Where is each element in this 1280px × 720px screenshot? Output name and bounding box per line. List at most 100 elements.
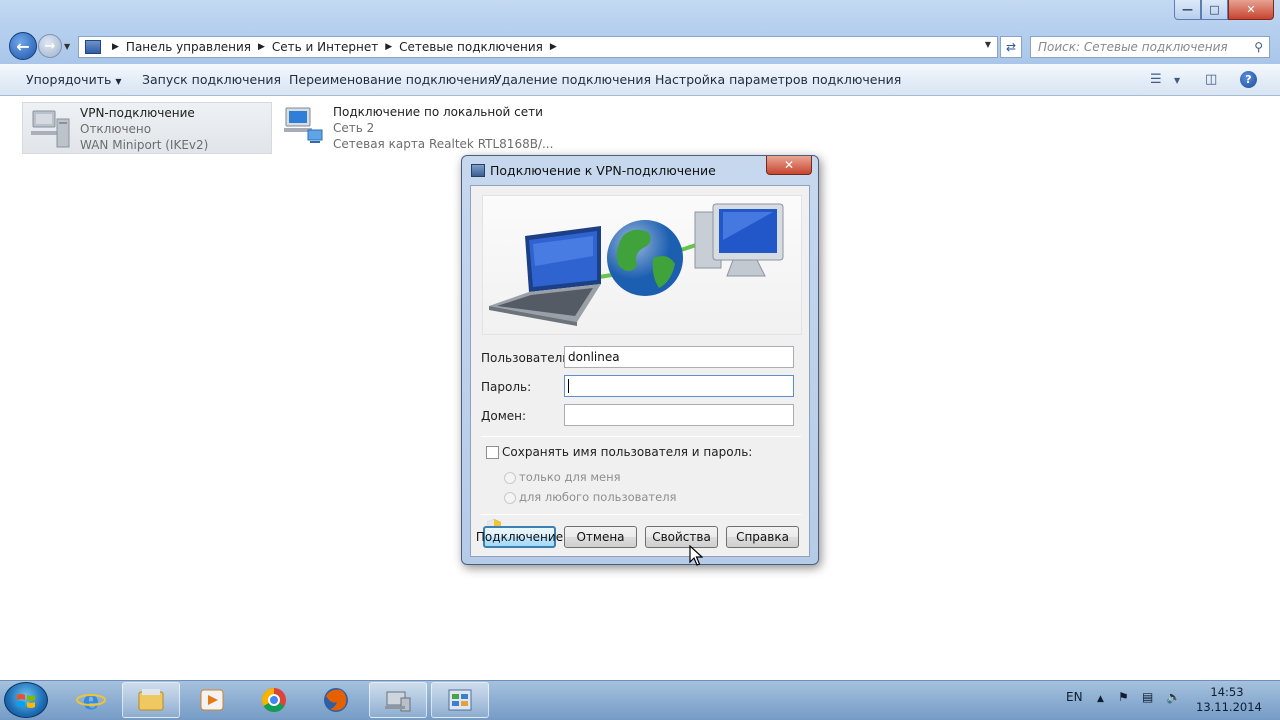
user-label: Пользователь: bbox=[481, 351, 574, 365]
control-panel-icon bbox=[85, 40, 101, 54]
forward-button[interactable]: → bbox=[38, 34, 62, 58]
refresh-button[interactable]: ⇄ bbox=[1000, 36, 1022, 58]
taskbar-chrome[interactable] bbox=[245, 682, 303, 718]
network-icon bbox=[471, 164, 485, 177]
breadcrumb-separator-icon[interactable]: ▶ bbox=[385, 42, 392, 52]
start-connection-button[interactable]: Запуск подключения bbox=[142, 72, 281, 87]
chrome-icon bbox=[261, 688, 286, 713]
item-name: VPN-подключение bbox=[80, 106, 195, 120]
search-icon[interactable]: ⚲ bbox=[1254, 40, 1263, 54]
network-status-icon[interactable]: ▤ bbox=[1142, 690, 1153, 704]
dialog-close-button[interactable]: ✕ bbox=[766, 156, 812, 175]
network-connections-icon bbox=[385, 691, 411, 712]
radio-only-me-label: только для меня bbox=[519, 470, 621, 484]
mouse-cursor-icon bbox=[689, 545, 703, 566]
command-bar: Упорядочить ▼ Запуск подключения Переиме… bbox=[0, 64, 1280, 96]
item-device: Сетевая карта Realtek RTL8168B/... bbox=[333, 137, 554, 151]
radio-any-user-label: для любого пользователя bbox=[519, 490, 677, 504]
refresh-icon: ⇄ bbox=[1005, 40, 1017, 54]
maximize-button[interactable]: □ bbox=[1201, 0, 1228, 20]
vpn-illustration bbox=[482, 195, 802, 335]
recent-pages-dropdown-icon[interactable]: ▼ bbox=[64, 42, 70, 51]
divider bbox=[481, 514, 801, 515]
vpn-connection-icon bbox=[31, 110, 70, 148]
view-dropdown-icon[interactable]: ▼ bbox=[1174, 76, 1180, 85]
forward-arrow-icon: → bbox=[44, 38, 56, 54]
volume-icon[interactable]: 🔈 bbox=[1166, 690, 1181, 704]
back-arrow-icon: ← bbox=[16, 36, 30, 56]
text-caret bbox=[568, 379, 569, 393]
preview-pane-icon[interactable]: ◫ bbox=[1205, 72, 1217, 87]
laptop-globe-computer-icon bbox=[489, 203, 784, 326]
taskbar-file-explorer[interactable] bbox=[122, 682, 180, 718]
lan-connection-icon bbox=[284, 107, 323, 143]
lan-connection-item[interactable]: Подключение по локальной сети Сеть 2 Сет… bbox=[276, 102, 553, 154]
search-input[interactable]: Поиск: Сетевые подключения ⚲ bbox=[1030, 36, 1270, 58]
dialog-body: Пользователь: donlinea Пароль: Домен: Со… bbox=[470, 185, 810, 557]
minimize-button[interactable]: — bbox=[1174, 0, 1201, 20]
back-button[interactable]: ← bbox=[9, 32, 37, 60]
breadcrumb-control-panel[interactable]: Панель управления bbox=[126, 40, 251, 54]
password-label: Пароль: bbox=[481, 380, 532, 394]
windows-logo-icon bbox=[17, 694, 35, 708]
close-button[interactable]: ✕ bbox=[1228, 0, 1274, 20]
taskbar-media-player[interactable] bbox=[183, 682, 241, 718]
address-dropdown-icon[interactable]: ▼ bbox=[985, 40, 991, 49]
folder-icon bbox=[138, 689, 164, 711]
item-name: Подключение по локальной сети bbox=[333, 105, 543, 119]
firefox-icon bbox=[324, 688, 348, 712]
clock-time: 14:53 bbox=[1210, 685, 1244, 699]
save-credentials-label[interactable]: Сохранять имя пользователя и пароль: bbox=[502, 445, 752, 459]
item-status: Отключено bbox=[80, 122, 152, 136]
breadcrumb-separator-icon[interactable]: ▶ bbox=[550, 42, 557, 52]
vpn-connect-dialog: Подключение к VPN-подключение ✕ Пользова… bbox=[461, 155, 819, 565]
cancel-button[interactable]: Отмена bbox=[564, 526, 637, 548]
lan-connection-text: Подключение по локальной сети Сеть 2 Сет… bbox=[333, 104, 553, 152]
action-center-flag-icon[interactable]: ⚑ bbox=[1118, 690, 1129, 704]
breadcrumb-separator-icon[interactable]: ▶ bbox=[112, 42, 119, 52]
search-placeholder: Поиск: Сетевые подключения bbox=[1038, 40, 1228, 54]
breadcrumb-separator-icon[interactable]: ▶ bbox=[258, 42, 265, 52]
window-controls: — □ ✕ bbox=[1174, 0, 1274, 20]
item-status: Сеть 2 bbox=[333, 121, 375, 135]
radio-any-user[interactable] bbox=[504, 492, 516, 504]
domain-field[interactable] bbox=[564, 404, 794, 426]
taskbar-firefox[interactable] bbox=[307, 682, 365, 718]
dialog-title: Подключение к VPN-подключение bbox=[490, 163, 716, 178]
item-device: WAN Miniport (IKEv2) bbox=[80, 138, 209, 152]
connection-settings-button[interactable]: Настройка параметров подключения bbox=[655, 72, 901, 87]
address-bar[interactable]: ▶ Панель управления ▶ Сеть и Интернет ▶ … bbox=[78, 36, 998, 58]
svg-text:e: e bbox=[83, 686, 100, 714]
vpn-connection-item[interactable]: VPN-подключение Отключено WAN Miniport (… bbox=[22, 102, 272, 154]
divider bbox=[481, 436, 801, 437]
taskbar-network-connections[interactable] bbox=[369, 682, 427, 718]
internet-explorer-icon: e bbox=[76, 686, 106, 714]
clock-date: 13.11.2014 bbox=[1196, 700, 1262, 714]
user-value: donlinea bbox=[568, 350, 620, 364]
clock[interactable]: 14:53 13.11.2014 bbox=[1196, 685, 1262, 715]
show-hidden-icons-icon[interactable]: ▲ bbox=[1097, 694, 1104, 704]
breadcrumb-network-internet[interactable]: Сеть и Интернет bbox=[272, 40, 378, 54]
properties-button[interactable]: Свойства bbox=[645, 526, 718, 548]
taskbar-control-panel[interactable] bbox=[431, 682, 489, 718]
password-field[interactable] bbox=[564, 375, 794, 397]
save-credentials-checkbox[interactable] bbox=[486, 446, 499, 459]
control-panel-icon bbox=[448, 689, 472, 711]
media-player-icon bbox=[200, 689, 224, 711]
radio-only-me[interactable] bbox=[504, 472, 516, 484]
user-field[interactable]: donlinea bbox=[564, 346, 794, 368]
domain-label: Домен: bbox=[481, 409, 527, 423]
organize-label: Упорядочить bbox=[26, 72, 112, 87]
taskbar-internet-explorer[interactable]: e bbox=[62, 682, 120, 718]
view-options-icon[interactable]: ☰ bbox=[1150, 72, 1162, 87]
breadcrumb-network-connections[interactable]: Сетевые подключения bbox=[399, 40, 543, 54]
vpn-connection-text: VPN-подключение Отключено WAN Miniport (… bbox=[80, 105, 208, 153]
help-button[interactable]: Справка bbox=[726, 526, 799, 548]
organize-menu[interactable]: Упорядочить ▼ bbox=[26, 72, 121, 87]
help-icon[interactable]: ? bbox=[1240, 71, 1257, 88]
delete-connection-button[interactable]: Удаление подключения bbox=[494, 72, 651, 87]
chevron-down-icon: ▼ bbox=[115, 77, 122, 86]
rename-connection-button[interactable]: Переименование подключения bbox=[289, 72, 495, 87]
connect-button[interactable]: Подключение bbox=[476, 526, 563, 548]
language-indicator[interactable]: EN bbox=[1066, 690, 1083, 704]
